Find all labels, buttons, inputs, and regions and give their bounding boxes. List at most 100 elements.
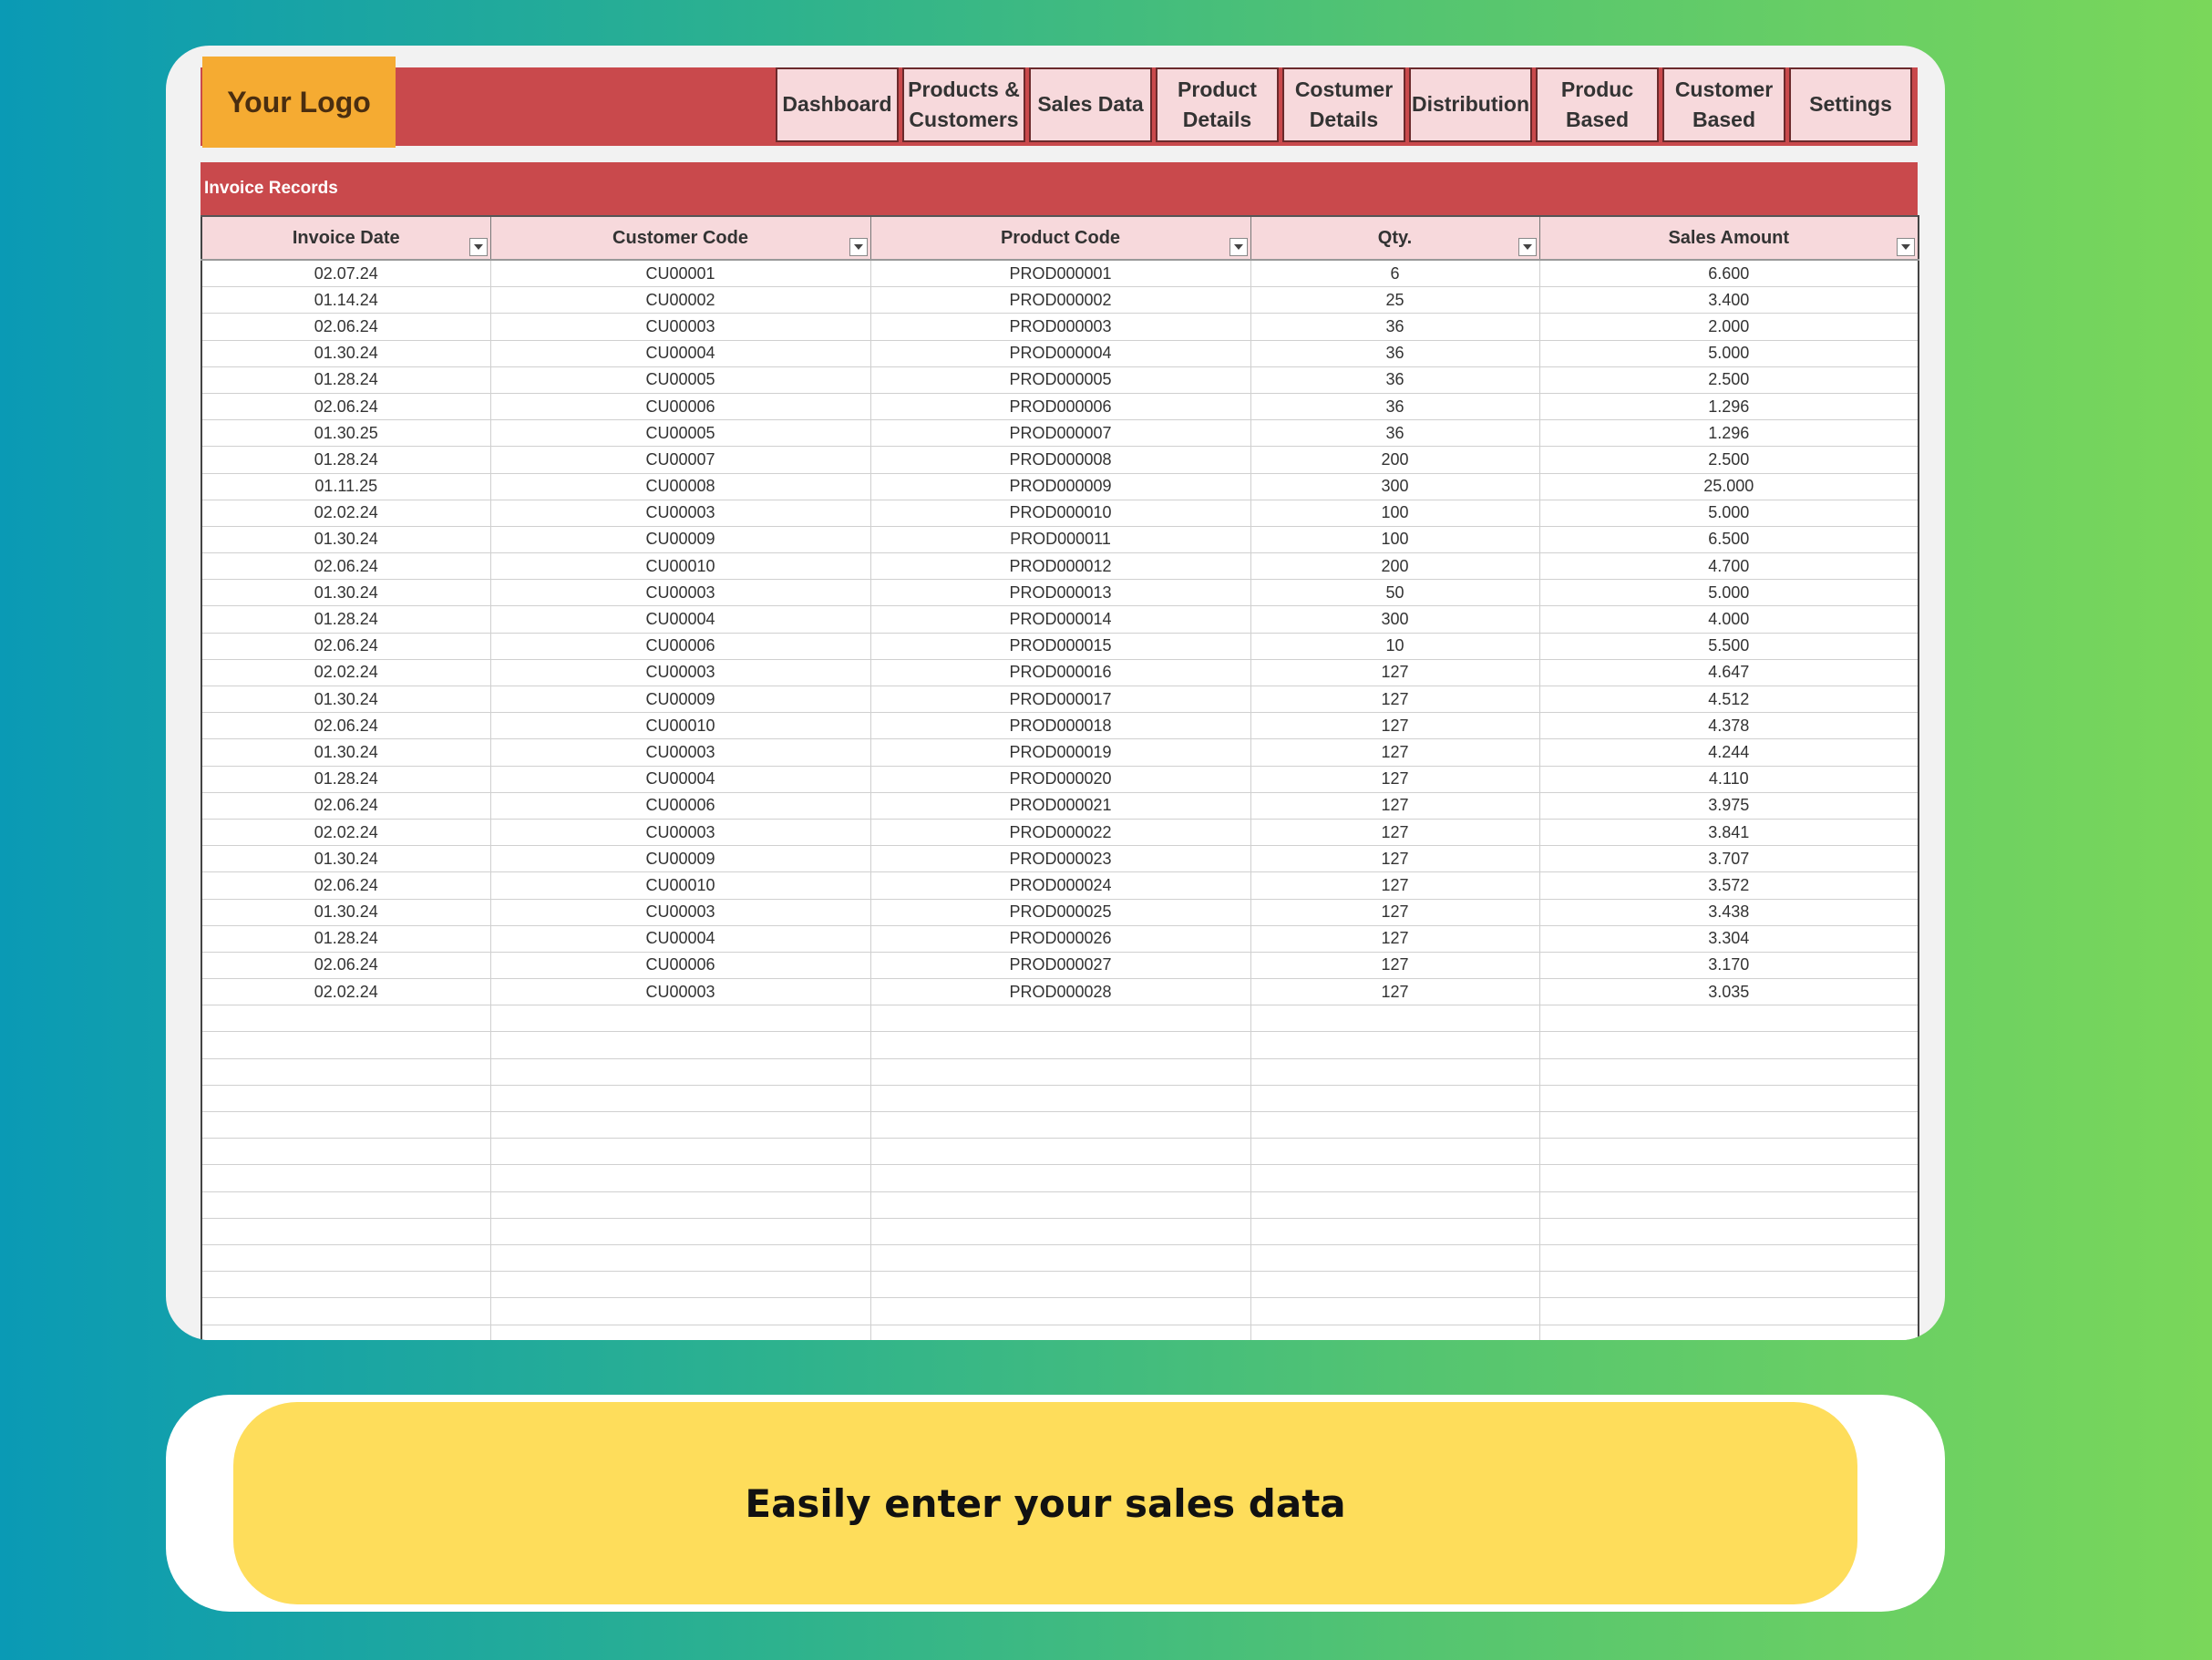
table-cell[interactable]: 01.30.24 <box>201 579 491 607</box>
filter-dropdown-icon[interactable] <box>1897 238 1915 256</box>
table-cell[interactable]: 127 <box>1250 871 1540 900</box>
table-cell[interactable]: PROD000027 <box>869 952 1251 980</box>
table-cell[interactable]: 4.000 <box>1538 605 1919 634</box>
table-cell[interactable]: 02.06.24 <box>201 313 491 341</box>
empty-cell[interactable] <box>201 1218 491 1245</box>
table-cell[interactable]: 3.170 <box>1538 952 1919 980</box>
empty-cell[interactable] <box>201 1031 491 1059</box>
empty-cell[interactable] <box>201 1005 491 1033</box>
empty-cell[interactable] <box>1250 1218 1540 1245</box>
table-cell[interactable]: 300 <box>1250 605 1540 634</box>
table-cell[interactable]: CU00004 <box>489 925 871 953</box>
empty-cell[interactable] <box>869 1031 1251 1059</box>
table-cell[interactable]: 2.500 <box>1538 366 1919 394</box>
table-cell[interactable]: CU00003 <box>489 500 871 527</box>
table-cell[interactable]: 3.438 <box>1538 899 1919 926</box>
empty-cell[interactable] <box>869 1138 1251 1166</box>
table-cell[interactable]: 4.512 <box>1538 686 1919 714</box>
empty-cell[interactable] <box>1250 1085 1540 1113</box>
nav-button-customer-based[interactable]: Customer Based <box>1662 67 1785 142</box>
table-cell[interactable]: CU00004 <box>489 340 871 367</box>
table-cell[interactable]: 300 <box>1250 473 1540 500</box>
table-cell[interactable]: 127 <box>1250 925 1540 953</box>
empty-cell[interactable] <box>201 1058 491 1086</box>
table-cell[interactable]: 02.06.24 <box>201 871 491 900</box>
empty-cell[interactable] <box>1538 1164 1919 1192</box>
table-cell[interactable]: 36 <box>1250 366 1540 394</box>
table-cell[interactable]: PROD000009 <box>869 473 1251 500</box>
empty-cell[interactable] <box>489 1191 871 1219</box>
empty-cell[interactable] <box>869 1297 1251 1325</box>
table-cell[interactable]: CU00003 <box>489 819 871 847</box>
empty-cell[interactable] <box>1538 1031 1919 1059</box>
table-cell[interactable]: PROD000025 <box>869 899 1251 926</box>
table-cell[interactable]: 01.30.24 <box>201 738 491 767</box>
empty-cell[interactable] <box>1250 1058 1540 1086</box>
empty-cell[interactable] <box>869 1058 1251 1086</box>
table-cell[interactable]: 200 <box>1250 446 1540 474</box>
table-cell[interactable]: 127 <box>1250 792 1540 820</box>
table-cell[interactable]: 02.06.24 <box>201 952 491 980</box>
table-cell[interactable]: CU00001 <box>489 260 871 288</box>
table-cell[interactable]: PROD000021 <box>869 792 1251 820</box>
empty-cell[interactable] <box>201 1138 491 1166</box>
table-cell[interactable]: 3.572 <box>1538 871 1919 900</box>
table-cell[interactable]: 02.02.24 <box>201 819 491 847</box>
table-cell[interactable]: CU00004 <box>489 766 871 793</box>
empty-cell[interactable] <box>869 1218 1251 1245</box>
table-cell[interactable]: PROD000005 <box>869 366 1251 394</box>
table-cell[interactable]: 02.06.24 <box>201 633 491 660</box>
empty-cell[interactable] <box>1250 1111 1540 1139</box>
table-cell[interactable]: 36 <box>1250 313 1540 341</box>
table-cell[interactable]: CU00010 <box>489 712 871 740</box>
table-cell[interactable]: PROD000024 <box>869 871 1251 900</box>
empty-cell[interactable] <box>1538 1058 1919 1086</box>
table-cell[interactable]: 5.500 <box>1538 633 1919 660</box>
table-cell[interactable]: 1.296 <box>1538 419 1919 448</box>
table-cell[interactable]: CU00003 <box>489 579 871 607</box>
nav-button-products-customers[interactable]: Products & Customers <box>902 67 1025 142</box>
table-cell[interactable]: PROD000022 <box>869 819 1251 847</box>
empty-cell[interactable] <box>869 1244 1251 1273</box>
empty-cell[interactable] <box>1250 1325 1540 1340</box>
table-cell[interactable]: 25.000 <box>1538 473 1919 500</box>
empty-cell[interactable] <box>869 1271 1251 1299</box>
empty-cell[interactable] <box>1250 1271 1540 1299</box>
table-cell[interactable]: CU00003 <box>489 738 871 767</box>
table-cell[interactable]: 5.000 <box>1538 500 1919 527</box>
table-cell[interactable]: CU00003 <box>489 978 871 1006</box>
empty-cell[interactable] <box>869 1005 1251 1033</box>
table-cell[interactable]: PROD000023 <box>869 845 1251 873</box>
empty-cell[interactable] <box>489 1005 871 1033</box>
table-cell[interactable]: CU00005 <box>489 419 871 448</box>
table-cell[interactable]: 127 <box>1250 738 1540 767</box>
table-cell[interactable]: 127 <box>1250 686 1540 714</box>
nav-button-produc-based[interactable]: Produc Based <box>1536 67 1659 142</box>
table-cell[interactable]: 2.000 <box>1538 313 1919 341</box>
empty-cell[interactable] <box>489 1325 871 1340</box>
empty-cell[interactable] <box>489 1031 871 1059</box>
empty-cell[interactable] <box>1538 1271 1919 1299</box>
table-cell[interactable]: 4.378 <box>1538 712 1919 740</box>
empty-cell[interactable] <box>201 1297 491 1325</box>
table-cell[interactable]: 01.30.24 <box>201 899 491 926</box>
table-cell[interactable]: 02.06.24 <box>201 393 491 421</box>
table-cell[interactable]: 01.30.24 <box>201 686 491 714</box>
table-cell[interactable]: 127 <box>1250 845 1540 873</box>
filter-dropdown-icon[interactable] <box>1229 238 1248 256</box>
table-cell[interactable]: 01.30.24 <box>201 526 491 554</box>
empty-cell[interactable] <box>1250 1297 1540 1325</box>
table-cell[interactable]: CU00004 <box>489 605 871 634</box>
empty-cell[interactable] <box>489 1138 871 1166</box>
table-cell[interactable]: 01.30.25 <box>201 419 491 448</box>
table-cell[interactable]: PROD000011 <box>869 526 1251 554</box>
empty-cell[interactable] <box>869 1191 1251 1219</box>
table-cell[interactable]: 01.28.24 <box>201 605 491 634</box>
table-cell[interactable]: CU00005 <box>489 366 871 394</box>
table-cell[interactable]: CU00009 <box>489 686 871 714</box>
table-cell[interactable]: PROD000010 <box>869 500 1251 527</box>
table-cell[interactable]: 4.647 <box>1538 659 1919 687</box>
table-cell[interactable]: 6.600 <box>1538 260 1919 288</box>
table-cell[interactable]: PROD000004 <box>869 340 1251 367</box>
nav-button-distribution[interactable]: Distribution <box>1409 67 1532 142</box>
